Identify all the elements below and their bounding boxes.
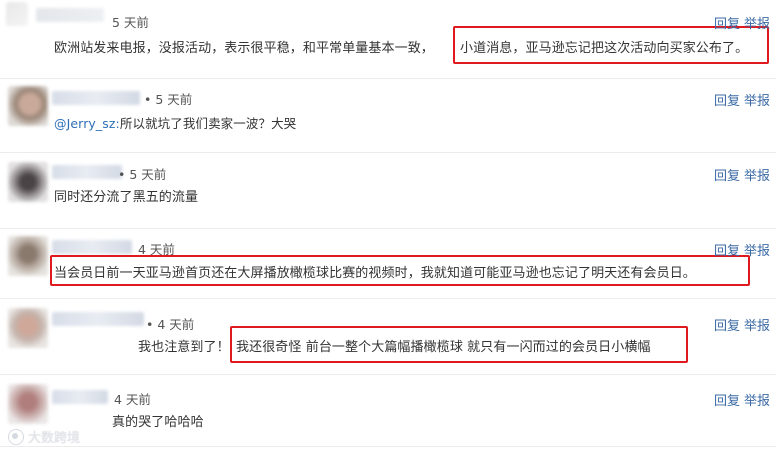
comment-time: • 5 天前 [144, 92, 193, 107]
comment-highlighted-text: 小道消息，亚马逊忘记把这次活动向买家公布了。 [460, 41, 749, 56]
report-link[interactable]: 举报 [744, 94, 770, 109]
avatar[interactable] [8, 86, 48, 126]
reply-link[interactable]: 回复 [714, 394, 740, 409]
reply-link[interactable]: 回复 [714, 94, 740, 109]
comment-time: 4 天前 [114, 392, 151, 407]
comment-actions: 回复 举报 [714, 240, 770, 259]
reply-link[interactable]: 回复 [714, 319, 740, 334]
comment-actions: 回复 举报 [714, 315, 770, 334]
avatar[interactable] [8, 308, 48, 348]
reply-link[interactable]: 回复 [714, 169, 740, 184]
comment-text: 真的哭了哈哈哈 [112, 415, 204, 430]
divider [0, 446, 776, 447]
report-link[interactable]: 举报 [744, 319, 770, 334]
divider [0, 78, 776, 79]
comment-actions: 回复 举报 [714, 90, 770, 109]
watermark-text: 大数跨境 [28, 431, 81, 446]
comment-text-content: 所以就坑了我们卖家一波？大哭 [119, 116, 297, 131]
username[interactable] [52, 312, 144, 326]
comment-time: 5 天前 [112, 15, 149, 30]
comment-text: 同时还分流了黑五的流量 [54, 190, 199, 205]
report-link[interactable]: 举报 [744, 17, 770, 32]
comment-time: • 4 天前 [146, 317, 195, 332]
comment-actions: 回复 举报 [714, 390, 770, 409]
comment-item: • 5 天前 同时还分流了黑五的流量 回复 举报 [0, 154, 780, 230]
report-link[interactable]: 举报 [744, 244, 770, 259]
username[interactable] [52, 165, 122, 179]
report-link[interactable]: 举报 [744, 394, 770, 409]
comment-text: @Jerry_sz:所以就坑了我们卖家一波？大哭 [54, 113, 296, 132]
avatar[interactable] [8, 384, 48, 424]
avatar[interactable] [8, 236, 48, 276]
comment-text: 我也注意到了！ [138, 340, 230, 355]
divider [0, 228, 776, 229]
username[interactable] [52, 390, 108, 404]
reply-link[interactable]: 回复 [714, 244, 740, 259]
comment-item: • 4 天前 我也注意到了！ 我还很奇怪 前台一整个大篇幅播橄榄球 就只有一闪而… [0, 300, 780, 376]
comment-text: 欧洲站发来电报，没报活动，表示很平稳，和平常单量基本一致， [54, 41, 434, 56]
divider [0, 152, 776, 153]
report-link[interactable]: 举报 [744, 169, 770, 184]
comment-actions: 回复 举报 [714, 165, 770, 184]
watermark: 大数跨境 [8, 427, 80, 446]
comment-item: 4 天前 真的哭了哈哈哈 回复 举报 [0, 376, 780, 450]
avatar[interactable] [6, 2, 28, 26]
comment-actions: 回复 举报 [714, 13, 770, 32]
username[interactable] [52, 240, 132, 254]
watermark-logo-icon [8, 429, 24, 445]
comment-highlighted-text: 当会员日前一天亚马逊首页还在大屏播放橄榄球比赛的视频时，我就知道可能亚马逊也忘记… [54, 266, 696, 281]
comment-item: 5 天前 欧洲站发来电报，没报活动，表示很平稳，和平常单量基本一致， 小道消息，… [0, 0, 780, 80]
mention-link[interactable]: @Jerry_sz: [54, 116, 120, 131]
reply-link[interactable]: 回复 [714, 17, 740, 32]
username[interactable] [36, 8, 104, 22]
comment-item: 4 天前 当会员日前一天亚马逊首页还在大屏播放橄榄球比赛的视频时，我就知道可能亚… [0, 230, 780, 300]
comment-time: • 5 天前 [118, 167, 167, 182]
comment-item: • 5 天前 @Jerry_sz:所以就坑了我们卖家一波？大哭 回复 举报 [0, 80, 780, 154]
comment-highlighted-text: 我还很奇怪 前台一整个大篇幅播橄榄球 就只有一闪而过的会员日小横幅 [236, 340, 651, 355]
avatar[interactable] [8, 162, 48, 202]
divider [0, 374, 776, 375]
divider [0, 298, 776, 299]
username[interactable] [52, 91, 140, 105]
